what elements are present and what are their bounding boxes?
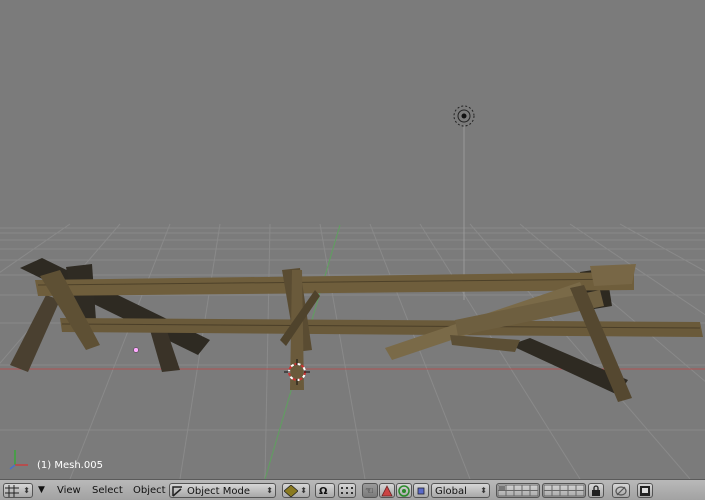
opengl-render-button[interactable] bbox=[637, 483, 653, 498]
render-icon bbox=[615, 486, 627, 496]
select-arrows-icon: ⬍ bbox=[23, 486, 30, 495]
3d-viewport[interactable]: (1) Mesh.005 bbox=[0, 0, 705, 479]
menu-view[interactable]: View bbox=[55, 483, 83, 498]
mode-selector-label: Object Mode bbox=[187, 486, 250, 497]
scale-manipulator[interactable] bbox=[413, 483, 429, 498]
select-arrows-icon: ⬍ bbox=[480, 486, 487, 495]
layer-buttons-group-1[interactable] bbox=[496, 483, 540, 498]
translate-manipulator[interactable] bbox=[379, 483, 395, 498]
screen-icon bbox=[640, 486, 650, 496]
lock-icon bbox=[592, 485, 600, 496]
grid-icon bbox=[5, 485, 19, 497]
mode-selector[interactable]: Object Mode ⬍ bbox=[169, 483, 276, 498]
editor-type-selector[interactable]: ⬍ bbox=[3, 483, 33, 498]
scene-canvas[interactable] bbox=[0, 0, 705, 479]
viewport-shading-selector[interactable]: ⬍ bbox=[282, 483, 310, 498]
render-button[interactable] bbox=[612, 483, 630, 498]
menu-select[interactable]: Select bbox=[90, 483, 125, 498]
lamp-icon[interactable] bbox=[453, 105, 475, 127]
axis-gizmo-icon bbox=[9, 450, 28, 470]
manipulator-toggle[interactable]: ☜ bbox=[362, 483, 378, 498]
hand-icon: ☜ bbox=[365, 486, 374, 497]
menu-object[interactable]: Object bbox=[131, 483, 168, 498]
select-arrows-icon: ⬍ bbox=[300, 486, 307, 495]
layers-grid-icon bbox=[543, 484, 585, 497]
pivot-icon: Ω bbox=[319, 486, 328, 497]
collapse-menu-icon[interactable]: ▼ bbox=[38, 483, 48, 498]
fence-mesh[interactable] bbox=[10, 258, 703, 402]
rotate-icon bbox=[398, 485, 410, 497]
select-arrows-icon: ⬍ bbox=[266, 486, 273, 495]
snap-grid-icon bbox=[341, 487, 353, 494]
object-info-label: (1) Mesh.005 bbox=[37, 460, 103, 471]
translate-icon bbox=[381, 485, 393, 497]
pivot-point-selector[interactable]: Ω bbox=[315, 483, 335, 498]
orientation-label: Global bbox=[435, 486, 467, 497]
scale-icon bbox=[417, 487, 425, 495]
header-toolbar: ⬍ ▼ View Select Object Object Mode ⬍ ⬍ Ω… bbox=[0, 479, 705, 500]
transform-orientation-selector[interactable]: Global ⬍ bbox=[431, 483, 490, 498]
shading-icon bbox=[284, 485, 298, 497]
object-mode-icon bbox=[172, 486, 182, 497]
layer-buttons-group-2[interactable] bbox=[542, 483, 586, 498]
rotate-manipulator[interactable] bbox=[396, 483, 412, 498]
snap-toggle[interactable] bbox=[338, 483, 356, 498]
empty-marker[interactable] bbox=[133, 347, 139, 353]
lock-layers-button[interactable] bbox=[588, 483, 604, 498]
layers-grid-icon bbox=[497, 484, 539, 497]
